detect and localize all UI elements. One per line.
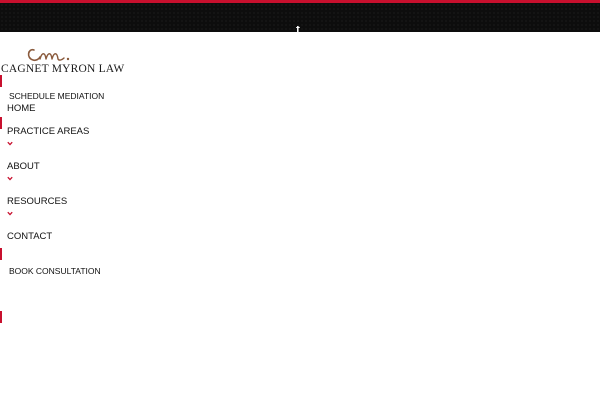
nav-item-contact[interactable]: CONTACT bbox=[7, 231, 52, 242]
accent-bar bbox=[0, 248, 2, 260]
nav-item-about[interactable]: ABOUT bbox=[7, 161, 40, 172]
accent-bar bbox=[0, 117, 2, 129]
site-logo[interactable]: CAGNET MYRON LAW bbox=[0, 46, 124, 76]
chevron-down-icon[interactable] bbox=[7, 141, 13, 146]
top-bar: f bbox=[0, 0, 600, 35]
accent-bar bbox=[0, 311, 2, 323]
page: f CAGNET MYRON LAW SCHEDULE MEDIATION HO… bbox=[0, 0, 600, 400]
accent-bar bbox=[0, 75, 2, 87]
facebook-icon[interactable]: f bbox=[296, 26, 300, 35]
chevron-down-icon[interactable] bbox=[7, 211, 13, 216]
nav-item-practice-areas[interactable]: PRACTICE AREAS bbox=[7, 126, 89, 137]
schedule-mediation-button[interactable]: SCHEDULE MEDIATION bbox=[9, 91, 104, 101]
chevron-down-icon[interactable] bbox=[7, 176, 13, 181]
nav-item-resources[interactable]: RESOURCES bbox=[7, 196, 67, 207]
nav-item-home[interactable]: HOME bbox=[7, 103, 36, 114]
book-consultation-button[interactable]: BOOK CONSULTATION bbox=[9, 266, 101, 276]
logo-monogram bbox=[27, 48, 70, 62]
logo-name: CAGNET MYRON LAW bbox=[1, 63, 125, 75]
